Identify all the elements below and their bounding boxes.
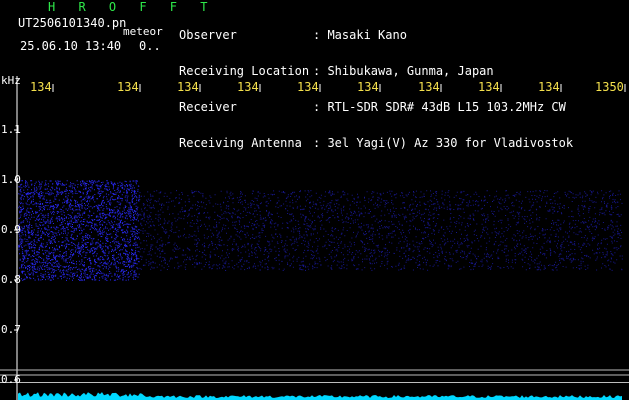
signal-band: [18, 180, 140, 281]
y-tick-label: 1.0: [1, 173, 21, 186]
signal-noise: [18, 180, 140, 281]
y-tick-label: 0.7: [1, 323, 21, 336]
signal-noise: [138, 190, 623, 271]
x-tick-label: 134: [297, 80, 319, 94]
x-tick-label: 134: [237, 80, 259, 94]
y-tick-label: 1.1: [1, 123, 21, 136]
y-tick-label: 0.9: [1, 223, 21, 236]
signal-band: [138, 190, 623, 271]
x-tick-label: 134: [538, 80, 560, 94]
x-tick-label: 134: [117, 80, 139, 94]
x-tick-label: 134: [478, 80, 500, 94]
y-tick-label: 0.8: [1, 273, 21, 286]
x-tick-label: 134: [357, 80, 379, 94]
x-tick-label: 134: [30, 80, 52, 94]
x-tick-label: 1350: [595, 80, 624, 94]
x-tick-label: 134: [418, 80, 440, 94]
signal-trace: [18, 392, 622, 400]
x-tick-label: 134: [177, 80, 199, 94]
y-tick-label: 0.6: [1, 373, 21, 386]
spectrogram: [0, 76, 629, 400]
